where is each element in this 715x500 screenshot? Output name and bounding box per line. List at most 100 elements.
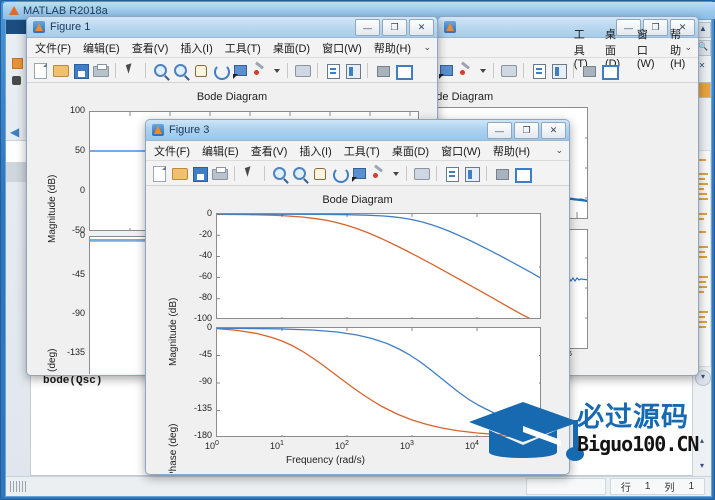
menu-file[interactable]: 文件(F) [35,40,71,56]
figure1-title-bar[interactable]: Figure 1 — ❐ ✕ [27,17,437,38]
zoom-in-icon[interactable] [152,62,169,79]
figure1-close-button[interactable]: ✕ [409,19,434,36]
data-cursor-icon[interactable] [351,165,368,182]
show-plot-tools-icon[interactable] [600,62,619,80]
menu-window[interactable]: 窗口(W) [441,143,481,159]
rotate-3d-icon[interactable] [212,62,230,80]
figure3-canvas: Bode Diagram Magnitude (dB) Phase (deg) … [146,186,569,473]
figure1-mag-ytick-0: 0 [79,185,85,195]
figure3-xtick-1e2: 102 [335,440,349,451]
command-line-text: bode(Qsc) [43,375,103,387]
show-plot-tools-icon[interactable] [394,62,413,80]
figure2-title-bar[interactable]: Figure 2 — ❐ ✕ [438,17,698,38]
figure2-plot-title: Bode Diagram [438,91,494,103]
figure-window-3[interactable]: Figure 3 — ❐ ✕ 文件(F) 编辑(E) 查看(V) 插入(I) 工… [145,119,570,475]
menu-desktop[interactable]: 桌面(D) [392,143,429,159]
link-data-icon[interactable] [294,62,311,79]
pan-icon[interactable] [311,165,328,182]
print-figure-icon[interactable] [92,62,109,79]
new-figure-icon[interactable] [151,165,168,182]
menu-overflow-icon[interactable]: ⌄ [555,145,563,156]
figure2-toolbar [438,58,698,83]
collapse-left-icon[interactable]: ◀ [10,126,19,138]
menu-edit[interactable]: 编辑(E) [83,40,120,56]
figure1-menu-bar: 文件(F) 编辑(E) 查看(V) 插入(I) 工具(T) 桌面(D) 窗口(W… [27,38,437,58]
figure3-window-buttons: — ❐ ✕ [487,122,566,139]
figure1-phase-ytick-0: 0 [79,230,85,240]
new-figure-icon[interactable] [32,62,49,79]
save-figure-icon[interactable] [72,62,89,79]
figure3-xtick-1e4: 104 [465,440,479,451]
breakpoint-icon[interactable] [12,76,21,85]
zoom-out-icon[interactable] [291,165,308,182]
menu-edit[interactable]: 编辑(E) [202,143,239,159]
menu-overflow-icon[interactable]: ⌄ [423,42,431,53]
hide-plot-tools-icon[interactable] [580,62,597,79]
show-plot-tools-icon[interactable] [513,165,532,183]
legend-icon[interactable] [530,62,547,79]
hide-plot-tools-icon[interactable] [374,62,391,79]
data-cursor-icon[interactable] [438,62,455,79]
figure1-minimize-button[interactable]: — [355,19,380,36]
open-file-icon[interactable] [171,165,188,182]
legend-icon[interactable] [324,62,341,79]
menu-help[interactable]: 帮助(H) [493,143,530,159]
scroll-down-small-icon[interactable]: ▾ [695,460,709,474]
matlab-logo-icon [8,5,19,16]
menu-insert[interactable]: 插入(I) [299,143,331,159]
colorbar-icon[interactable] [344,62,361,79]
menu-view[interactable]: 查看(V) [251,143,288,159]
menu-help[interactable]: 帮助(H) [374,40,411,56]
rotate-3d-icon[interactable] [331,165,349,183]
menu-window[interactable]: 窗口(W) [637,26,658,70]
menu-overflow-icon[interactable]: ⌄ [684,42,692,53]
figure3-title-bar[interactable]: Figure 3 — ❐ ✕ [146,120,569,141]
figure1-phase-ytick-neg90: -90 [71,308,85,318]
menu-window[interactable]: 窗口(W) [322,40,362,56]
zoom-out-icon[interactable] [172,62,189,79]
print-figure-icon[interactable] [211,165,228,182]
menu-file[interactable]: 文件(F) [154,143,190,159]
brush-icon[interactable] [458,62,475,79]
figure3-xtick-1e3: 103 [400,440,414,451]
menu-desktop[interactable]: 桌面(D) [273,40,310,56]
hide-plot-tools-icon[interactable] [493,165,510,182]
legend-icon[interactable] [443,165,460,182]
figure3-close-button[interactable]: ✕ [541,122,566,139]
figure3-minimize-button[interactable]: — [487,122,512,139]
brush-icon[interactable] [252,62,269,79]
brush-dropdown-icon[interactable] [391,165,400,182]
figure1-mag-ytick-50: 50 [74,145,85,155]
link-data-icon[interactable] [413,165,430,182]
figure3-mag-ytick-neg20: -20 [198,229,212,239]
data-cursor-icon[interactable] [232,62,249,79]
matlab-title-text: MATLAB R2018a [23,4,108,17]
figure3-xtick-1e1: 101 [270,440,284,451]
pointer-icon[interactable] [122,62,139,79]
brush-icon[interactable] [371,165,388,182]
figure1-maximize-button[interactable]: ❐ [382,19,407,36]
figure3-phase-ytick-neg135: -135 [193,403,212,413]
menu-insert[interactable]: 插入(I) [180,40,212,56]
open-file-icon[interactable] [52,62,69,79]
row-value: 1 [644,481,651,492]
colorbar-icon[interactable] [550,62,567,79]
figure3-phase-ytick-neg90: -90 [198,376,212,386]
save-figure-icon[interactable] [191,165,208,182]
zoom-in-icon[interactable] [271,165,288,182]
figure3-maximize-button[interactable]: ❐ [514,122,539,139]
pointer-icon[interactable] [241,165,258,182]
brush-dropdown-icon[interactable] [272,62,281,79]
scroll-up-small-icon[interactable]: ▴ [695,435,709,449]
matlab-figure-icon [33,21,45,33]
variable-icon[interactable] [12,58,23,69]
brush-dropdown-icon[interactable] [478,62,487,79]
figure3-xlabel: Frequency (rad/s) [286,455,365,466]
link-data-icon[interactable] [500,62,517,79]
menu-tools[interactable]: 工具(T) [225,40,261,56]
figure1-plot-title: Bode Diagram [196,91,268,103]
menu-tools[interactable]: 工具(T) [344,143,380,159]
colorbar-icon[interactable] [463,165,480,182]
menu-view[interactable]: 查看(V) [132,40,169,56]
pan-icon[interactable] [192,62,209,79]
